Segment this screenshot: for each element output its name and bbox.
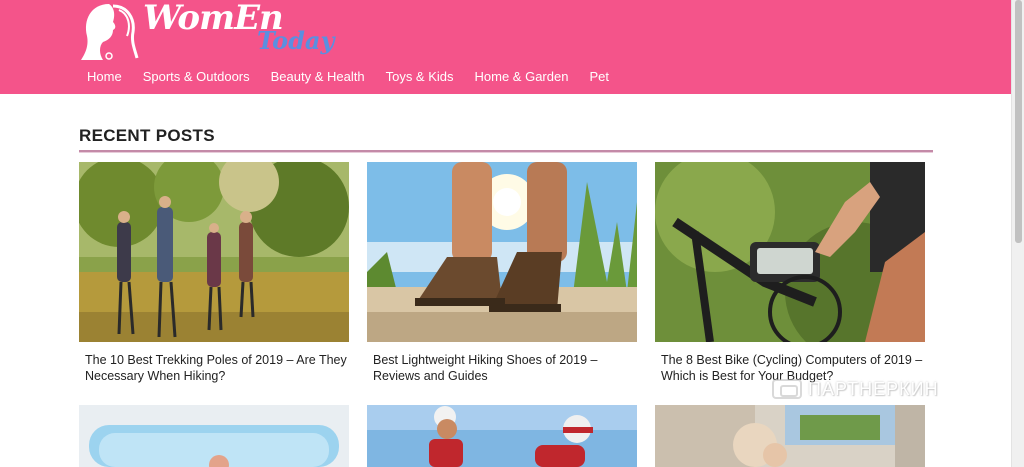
- nav-beauty-health[interactable]: Beauty & Health: [271, 69, 365, 87]
- watermark-text: ПАРТНЕРКИН: [808, 378, 939, 399]
- section-title: RECENT POSTS: [79, 126, 215, 145]
- watermark: ПАРТНЕРКИН: [772, 377, 939, 401]
- watermark-logo-icon: [772, 379, 802, 399]
- bathtub-photo[interactable]: [79, 405, 349, 467]
- nav-home[interactable]: Home: [87, 69, 122, 87]
- site-logo[interactable]: WomEn Today: [79, 0, 339, 62]
- woman-silhouette-icon: [81, 4, 139, 60]
- site-header: WomEn Today Home Sports & Outdoors Beaut…: [0, 0, 1011, 94]
- athletes-photo[interactable]: [367, 405, 637, 467]
- nav-toys-kids[interactable]: Toys & Kids: [386, 69, 454, 87]
- car-seat-photo[interactable]: [655, 405, 925, 467]
- hiking-shoes-photo[interactable]: [367, 162, 637, 342]
- post-card[interactable]: [655, 405, 925, 467]
- scrollbar-thumb[interactable]: [1015, 0, 1022, 243]
- post-title[interactable]: The 10 Best Trekking Poles of 2019 – Are…: [85, 352, 347, 384]
- section-divider: [79, 150, 933, 153]
- hikers-photo[interactable]: [79, 162, 349, 342]
- nav-home-garden[interactable]: Home & Garden: [475, 69, 569, 87]
- logo-today-text: Today: [257, 26, 335, 55]
- bike-computer-photo[interactable]: [655, 162, 925, 342]
- nav-sports-outdoors[interactable]: Sports & Outdoors: [143, 69, 250, 87]
- post-title[interactable]: Best Lightweight Hiking Shoes of 2019 – …: [373, 352, 635, 384]
- main-nav: Home Sports & Outdoors Beauty & Health T…: [87, 69, 630, 87]
- nav-pet[interactable]: Pet: [589, 69, 609, 87]
- post-card[interactable]: [367, 405, 637, 467]
- vertical-scrollbar[interactable]: [1011, 0, 1024, 467]
- post-card[interactable]: [79, 405, 349, 467]
